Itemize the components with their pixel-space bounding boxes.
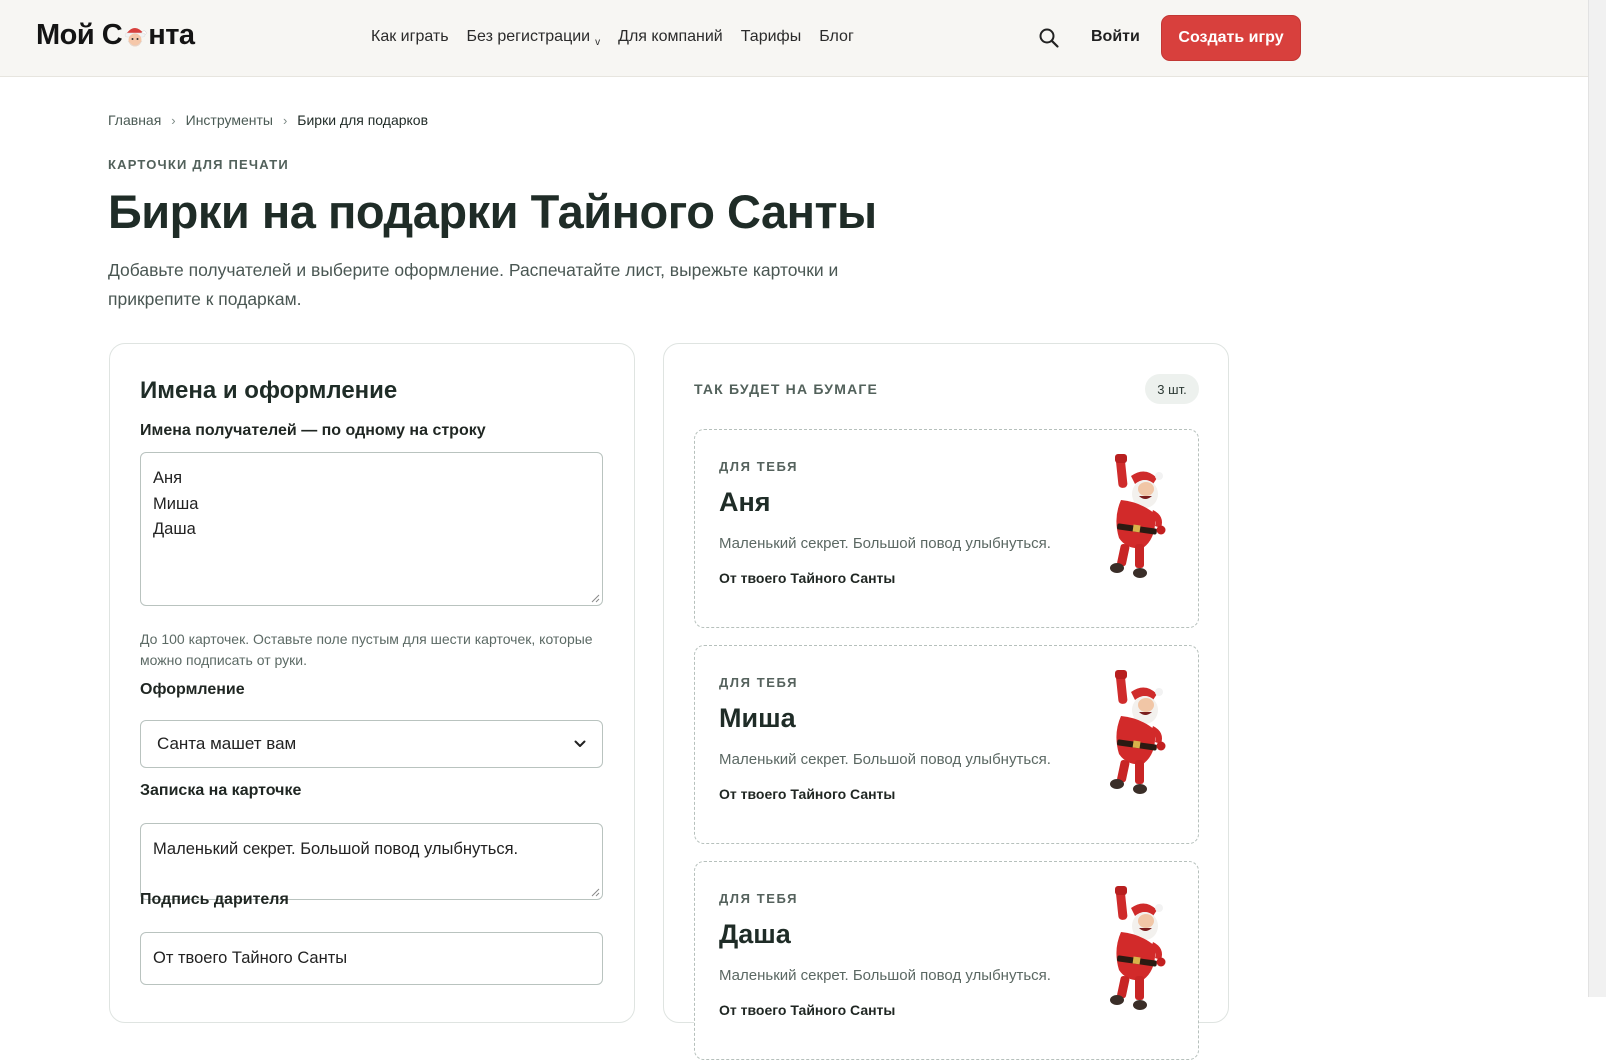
tag-eyebrow: ДЛЯ ТЕБЯ (719, 675, 799, 690)
santa-face-icon (123, 24, 147, 50)
settings-panel: Имена и оформление Имена получателей — п… (109, 343, 635, 1023)
tag-recipient-name: Даша (719, 919, 791, 949)
preview-title: ТАК БУДЕТ НА БУМАГЕ (694, 381, 879, 397)
chevron-down-icon: v (595, 37, 601, 48)
tag-signature: От твоего Тайного Санты (719, 786, 896, 802)
search-icon[interactable] (1038, 27, 1060, 49)
tag-eyebrow: ДЛЯ ТЕБЯ (719, 891, 799, 906)
nav-pricing[interactable]: Тарифы (741, 28, 801, 46)
tag-recipient-name: Аня (719, 487, 771, 517)
tag-recipient-name: Миша (719, 703, 796, 733)
scrollbar-track[interactable] (1588, 0, 1606, 997)
nav-how-to-play[interactable]: Как играть (371, 28, 449, 46)
design-select-value: Санта машет вам (157, 734, 297, 753)
tag-note: Маленький секрет. Большой повод улыбнуть… (719, 535, 1051, 552)
chevron-down-icon (574, 740, 586, 747)
breadcrumb-separator: › (171, 112, 176, 128)
breadcrumb-tools[interactable]: Инструменты (186, 112, 273, 128)
tag-note: Маленький секрет. Большой повод улыбнуть… (719, 967, 1051, 984)
login-button[interactable]: Войти (1091, 28, 1140, 46)
site-header: Мой С нта Как играть Без регистрации v Дл… (0, 0, 1606, 77)
sign-value: От твоего Тайного Санты (153, 949, 348, 967)
names-hint: До 100 карточек. Оставьте поле пустым дл… (140, 631, 593, 668)
logo-text-left: Мой С (36, 19, 123, 51)
design-label: Оформление (140, 681, 245, 698)
page-title: Бирки на подарки Тайного Санты (108, 185, 877, 238)
gift-tag-card: ДЛЯ ТЕБЯ Даша Маленький секрет. Большой … (694, 861, 1199, 1060)
hero-eyebrow: КАРТОЧКИ ДЛЯ ПЕЧАТИ (108, 157, 289, 172)
main-nav: Как играть Без регистрации v Для компаний… (371, 28, 854, 48)
note-value: Маленький секрет. Большой повод улыбнуть… (153, 840, 519, 858)
breadcrumb-home[interactable]: Главная (108, 112, 161, 128)
panel-title: Имена и оформление (140, 377, 398, 404)
waving-santa-icon (1110, 670, 1166, 794)
tag-eyebrow: ДЛЯ ТЕБЯ (719, 459, 799, 474)
name-line: Аня (153, 469, 183, 487)
note-label: Записка на карточке (140, 782, 302, 799)
names-textarea[interactable]: Аня Миша Даша (140, 452, 603, 606)
sign-label: Подпись дарителя (140, 891, 289, 908)
waving-santa-icon (1110, 886, 1166, 1010)
sign-input[interactable]: От твоего Тайного Санты (140, 932, 603, 985)
breadcrumb-separator: › (282, 112, 288, 128)
tag-note: Маленький секрет. Большой повод улыбнуть… (719, 751, 1051, 768)
count-badge: 3 шт. (1145, 374, 1199, 404)
preview-panel: ТАК БУДЕТ НА БУМАГЕ 3 шт. ДЛЯ ТЕБЯ Аня М… (663, 343, 1229, 1060)
resize-handle-icon[interactable] (591, 594, 600, 603)
nav-no-registration[interactable]: Без регистрации v (466, 28, 601, 48)
name-line: Миша (153, 494, 199, 513)
nav-blog[interactable]: Блог (819, 28, 854, 46)
logo-text-right: нта (148, 19, 195, 51)
name-line: Даша (153, 520, 196, 538)
design-select[interactable]: Санта машет вам (140, 720, 603, 768)
gift-tag-card: ДЛЯ ТЕБЯ Миша Маленький секрет. Большой … (694, 645, 1199, 844)
breadcrumb: Главная › Инструменты › Бирки для подарк… (108, 112, 428, 128)
tag-signature: От твоего Тайного Санты (719, 1002, 896, 1018)
tag-signature: От твоего Тайного Санты (719, 570, 896, 586)
names-label: Имена получателей — по одному на строку (140, 422, 486, 439)
create-game-button[interactable]: Создать игру (1161, 15, 1301, 61)
breadcrumb-current: Бирки для подарков (297, 112, 429, 128)
nav-for-companies[interactable]: Для компаний (618, 28, 723, 46)
page-lead: Добавьте получателей и выберите оформлен… (108, 260, 839, 309)
waving-santa-icon (1110, 454, 1166, 578)
resize-handle-icon[interactable] (591, 888, 600, 897)
nav-no-registration-label: Без регистрации (466, 28, 591, 45)
gift-tag-card: ДЛЯ ТЕБЯ Аня Маленький секрет. Большой п… (694, 429, 1199, 628)
site-logo[interactable]: Мой С нта (36, 19, 195, 52)
note-textarea[interactable]: Маленький секрет. Большой повод улыбнуть… (140, 823, 603, 900)
